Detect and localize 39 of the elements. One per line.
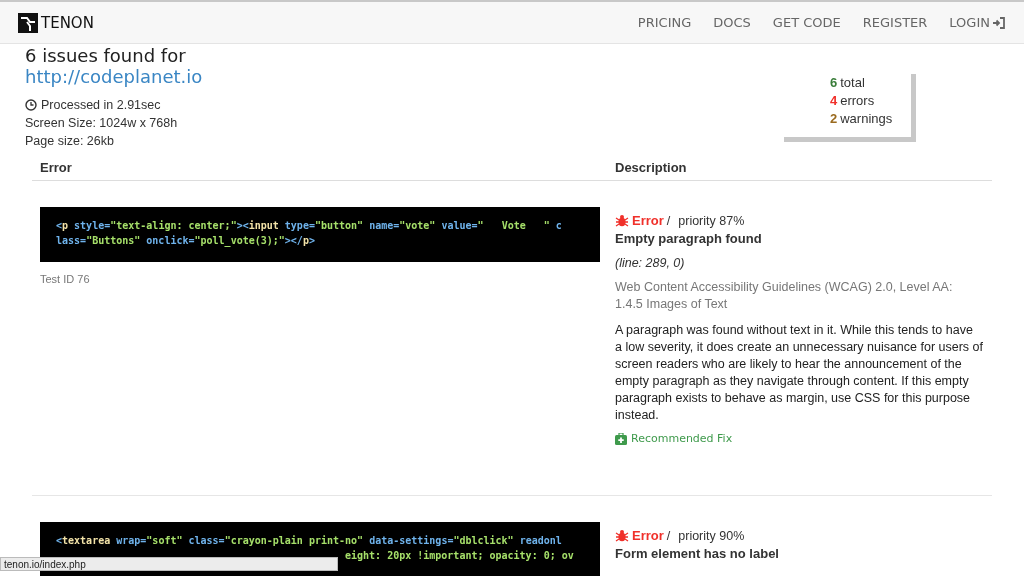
medkit-icon [615, 432, 627, 445]
guideline-text: Web Content Accessibility Guidelines (WCAG) 2.0, Level AA: 1.4.5 Images of Text [615, 279, 954, 313]
screen-size: Screen Size: 1024w x 768h [25, 115, 179, 132]
issue-description: A paragraph was found without text in it. While this tends to have a low severity, it does create an unnecessary nuisance for users of screen readers who are likely to hear the announcement of the empty paragraph as they navigate through content. If this empty paragraph exists to behave as margin, use CSS for this purpose instead. [615, 322, 983, 424]
page-size: Page size: 26kb [25, 133, 115, 150]
test-id: Test ID 76 [40, 273, 91, 285]
issue-count: 4 [830, 93, 838, 108]
priority-text: priority 87% [678, 213, 745, 228]
nav-link[interactable]: PRICING [637, 15, 692, 30]
column-header: Error [39, 159, 73, 175]
priority-text: priority 90% [678, 528, 745, 543]
code-line: eight: 20px !important; opacity: 0; ov [344, 549, 575, 563]
clock-icon [25, 99, 37, 111]
issue-count: 2 [830, 111, 838, 126]
separator-slash: / [666, 213, 671, 228]
count-label: total [840, 75, 865, 90]
brand-name[interactable]: TENON [41, 13, 94, 32]
count-label: warnings [840, 111, 893, 126]
site-link[interactable]: http://codeplanet.io [25, 66, 203, 87]
count-label: errors [840, 93, 875, 108]
processed-time: Processed in 2.91sec [41, 97, 161, 114]
severity-label: Error [632, 528, 664, 543]
nav-link[interactable]: DOCS [713, 15, 751, 30]
issue-title: Form element has no label [615, 546, 780, 561]
nav-link[interactable]: GET CODE [772, 15, 841, 30]
column-header: Description [615, 159, 687, 175]
logo-icon [18, 12, 38, 33]
status-bar: tenon.io/index.php [0, 557, 338, 571]
recommended-fix-link[interactable]: Recommended Fix [615, 432, 983, 445]
code-block: <p style="text-align: center;"><input type="button" name="vote" value=" Vote " c lass="Buttons" onclick="poll_vote(3);"></p> [40, 207, 600, 262]
login-icon [992, 16, 1006, 29]
severity-label: Error [632, 213, 664, 228]
separator-slash: / [666, 528, 671, 543]
nav-link[interactable]: REGISTER [862, 15, 928, 30]
nav-link[interactable]: LOGIN [949, 15, 1006, 30]
line-number: (line: 289, 0) [615, 256, 686, 270]
issue-count: 6 [830, 75, 838, 90]
results-heading: 6 issues found for [25, 45, 187, 66]
issue-title: Empty paragraph found [615, 231, 763, 246]
